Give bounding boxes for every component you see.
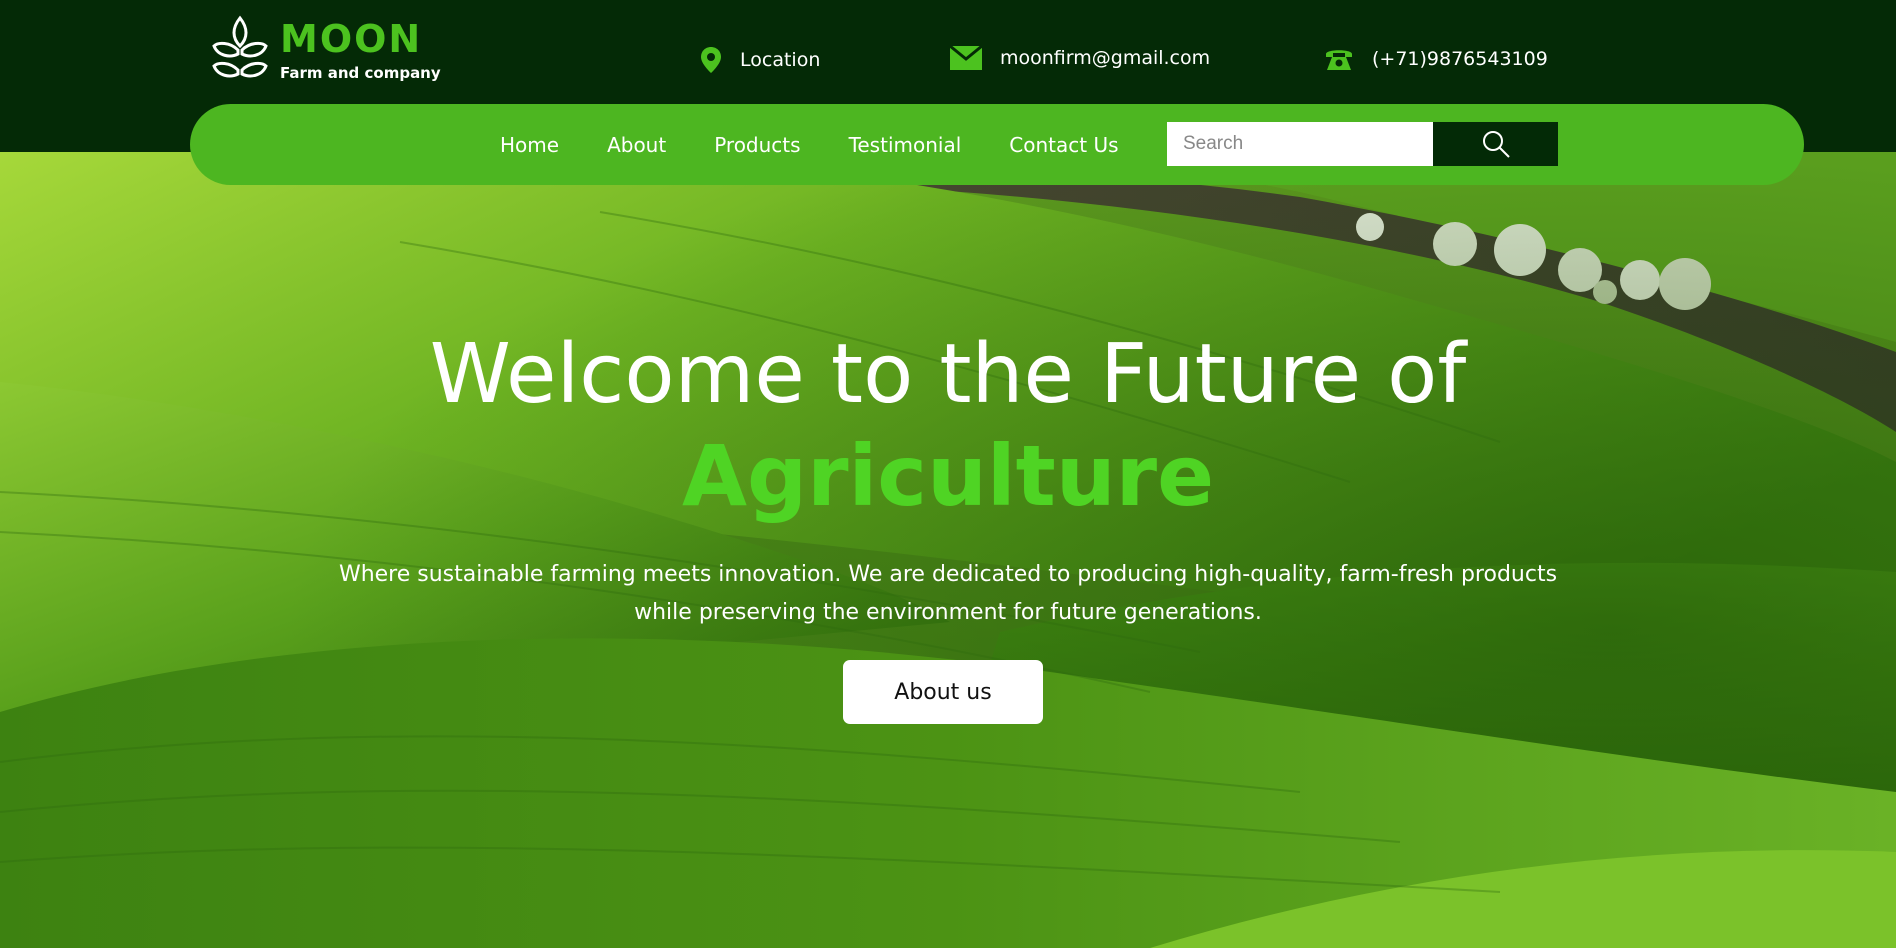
nav-item-testimonial[interactable]: Testimonial: [849, 133, 962, 157]
about-us-button[interactable]: About us: [843, 660, 1043, 724]
contact-phone[interactable]: (+71)9876543109: [1324, 46, 1548, 72]
contact-email[interactable]: moonfirm@gmail.com: [950, 46, 1210, 70]
nav-links: Home About Products Testimonial Contact …: [500, 104, 1167, 185]
brand-name: MOON: [280, 17, 423, 61]
logo-text: MOON Farm and company: [280, 20, 441, 82]
search-icon: [1482, 131, 1510, 158]
nav-item-products[interactable]: Products: [714, 133, 800, 157]
location-pin-icon: [701, 47, 721, 73]
logo[interactable]: MOON Farm and company: [212, 14, 441, 88]
brand-tagline: Farm and company: [280, 64, 441, 82]
main-navigation: Home About Products Testimonial Contact …: [190, 104, 1804, 185]
hills-background-image: [0, 152, 1896, 948]
hero-accent-title: Agriculture: [681, 427, 1215, 525]
telephone-icon: [1326, 50, 1352, 70]
hero-title: Welcome to the Future of: [429, 327, 1467, 422]
search-input[interactable]: [1167, 122, 1433, 166]
location-label: Location: [740, 49, 821, 71]
nav-item-about[interactable]: About: [607, 133, 666, 157]
search-button[interactable]: [1433, 122, 1558, 166]
envelope-icon: [950, 46, 982, 70]
page: Welcome to the Future of Agriculture Whe…: [0, 0, 1896, 948]
nav-item-contact-us[interactable]: Contact Us: [1009, 133, 1118, 157]
leaf-logo-icon: [212, 15, 268, 78]
hero-section: Welcome to the Future of Agriculture Whe…: [0, 152, 1896, 948]
search-bar: [1167, 122, 1558, 166]
contact-location[interactable]: Location: [700, 46, 820, 74]
hero-description: Where sustainable farming meets innovati…: [338, 562, 1558, 625]
phone-label: (+71)9876543109: [1372, 48, 1548, 70]
email-label: moonfirm@gmail.com: [1000, 47, 1211, 69]
nav-item-home[interactable]: Home: [500, 133, 559, 157]
